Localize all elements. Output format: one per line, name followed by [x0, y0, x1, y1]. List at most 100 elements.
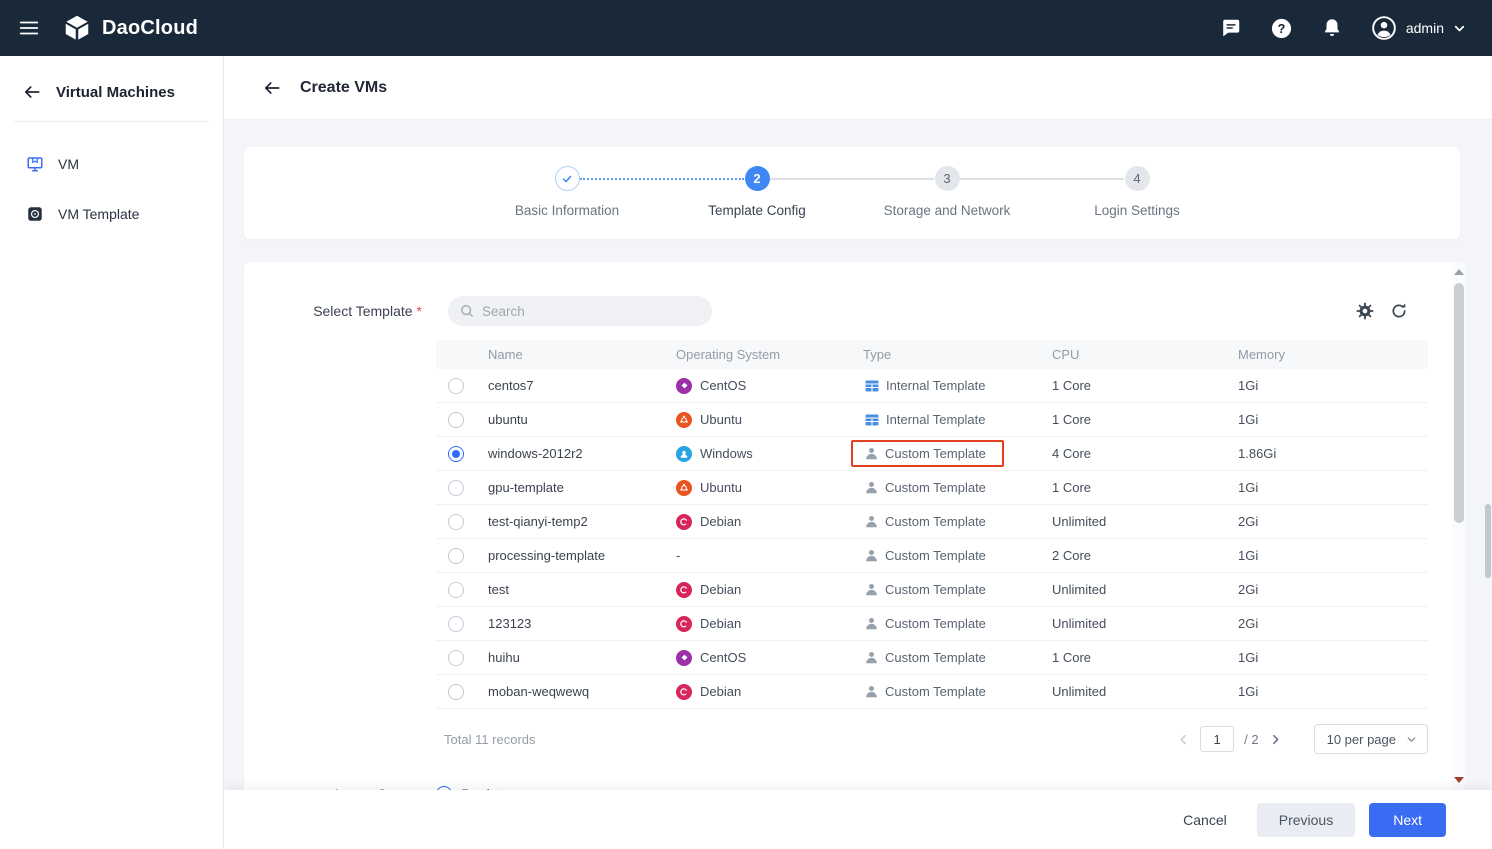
cell-name: test-qianyi-temp2 — [488, 514, 664, 529]
svg-text:?: ? — [1277, 21, 1285, 36]
cell-memory: 1Gi — [1226, 548, 1428, 563]
template-radio[interactable] — [448, 616, 464, 632]
table-row[interactable]: windows-2012r2WindowsCustom Template4 Co… — [436, 437, 1428, 471]
template-radio[interactable] — [448, 378, 464, 394]
table-row[interactable]: processing-template-Custom Template2 Cor… — [436, 539, 1428, 573]
prev-page-chevron-icon[interactable] — [1177, 733, 1190, 746]
next-button[interactable]: Next — [1369, 803, 1446, 837]
page-number-input[interactable] — [1200, 726, 1234, 752]
template-radio[interactable] — [448, 582, 464, 598]
table-row[interactable]: huihuCentOSCustom Template1 Core1Gi — [436, 641, 1428, 675]
table-toolbar — [436, 296, 1428, 340]
table-row[interactable]: ubuntuUbuntuInternal Template1 Core1Gi — [436, 403, 1428, 437]
message-icon[interactable] — [1220, 17, 1242, 39]
pagination: / 2 10 per page — [1177, 724, 1428, 754]
page-back-arrow-icon[interactable] — [262, 78, 282, 98]
sidebar-item-vm-template[interactable]: VM Template — [0, 194, 223, 234]
step-label: Storage and Network — [884, 203, 1011, 218]
search-box[interactable] — [448, 296, 712, 326]
table-row[interactable]: centos7CentOSInternal Template1 Core1Gi — [436, 369, 1428, 403]
table-row[interactable]: gpu-templateUbuntuCustom Template1 Core1… — [436, 471, 1428, 505]
table-row[interactable]: testDebianCustom TemplateUnlimited2Gi — [436, 573, 1428, 607]
chevron-down-icon — [1406, 734, 1417, 745]
cell-name: windows-2012r2 — [488, 446, 664, 461]
internal-template-icon — [865, 379, 879, 393]
os-icon-debian — [676, 684, 692, 700]
custom-template-icon — [865, 651, 878, 664]
column-header-os: Operating System — [664, 347, 851, 362]
scrollbar-thumb[interactable] — [1454, 283, 1464, 523]
brand-name: DaoCloud — [102, 17, 198, 40]
os-icon-debian — [676, 616, 692, 632]
step-number: 3 — [935, 166, 960, 191]
next-page-chevron-icon[interactable] — [1269, 733, 1282, 746]
image-source-registry-option[interactable]: Registry — [436, 779, 512, 790]
cell-type: Custom Template — [851, 678, 1040, 705]
menu-icon[interactable] — [18, 17, 40, 39]
type-chip: Custom Template — [851, 644, 1004, 671]
main-area: Create VMs Basic Information 2 Template … — [224, 56, 1492, 849]
type-chip: Custom Template — [851, 576, 1004, 603]
template-radio[interactable] — [448, 650, 464, 666]
type-chip: Internal Template — [851, 406, 1004, 433]
column-header-type: Type — [851, 347, 1040, 362]
column-header-memory: Memory — [1226, 347, 1428, 362]
type-chip: Custom Template — [851, 678, 1004, 705]
bell-icon[interactable] — [1321, 17, 1343, 39]
cell-name: 123123 — [488, 616, 664, 631]
row-radio-cell — [436, 582, 488, 598]
content-scrollbar[interactable] — [1452, 262, 1466, 790]
template-radio[interactable] — [448, 412, 464, 428]
sidebar-back-arrow-icon[interactable] — [22, 82, 42, 102]
page-size-select[interactable]: 10 per page — [1314, 724, 1428, 754]
custom-template-icon — [865, 549, 878, 562]
sidebar-item-vm[interactable]: VM — [0, 144, 223, 184]
gear-icon[interactable] — [1356, 302, 1374, 320]
internal-template-icon — [865, 413, 879, 427]
cell-memory: 1Gi — [1226, 412, 1428, 427]
cell-type: Custom Template — [851, 440, 1040, 467]
app-root: DaoCloud ? admin — [0, 0, 1492, 849]
template-radio[interactable] — [448, 446, 464, 462]
step-number: 4 — [1125, 166, 1150, 191]
cell-name: centos7 — [488, 378, 664, 393]
cell-memory: 2Gi — [1226, 514, 1428, 529]
refresh-icon[interactable] — [1390, 302, 1408, 320]
template-radio[interactable] — [448, 684, 464, 700]
cell-type: Custom Template — [851, 644, 1040, 671]
page-title: Create VMs — [300, 79, 387, 97]
scroll-up-arrow-icon[interactable] — [1452, 265, 1466, 279]
cell-cpu: 1 Core — [1040, 650, 1226, 665]
cell-os: Debian — [664, 684, 851, 700]
os-icon-windows — [676, 446, 692, 462]
cell-name: processing-template — [488, 548, 664, 563]
table-row[interactable]: moban-weqwewqDebianCustom TemplateUnlimi… — [436, 675, 1428, 709]
user-menu[interactable]: admin — [1371, 15, 1466, 41]
cancel-button[interactable]: Cancel — [1183, 812, 1227, 828]
cell-cpu: 1 Core — [1040, 480, 1226, 495]
template-radio[interactable] — [448, 548, 464, 564]
brand[interactable]: DaoCloud — [62, 13, 198, 43]
table-row[interactable]: 123123DebianCustom TemplateUnlimited2Gi — [436, 607, 1428, 641]
avatar-icon — [1371, 15, 1397, 41]
template-radio[interactable] — [448, 514, 464, 530]
previous-button[interactable]: Previous — [1257, 803, 1355, 837]
search-input[interactable] — [482, 304, 700, 319]
scroll-down-arrow-icon[interactable] — [1452, 773, 1466, 787]
template-radio[interactable] — [448, 480, 464, 496]
help-icon[interactable]: ? — [1270, 17, 1293, 40]
custom-template-icon — [865, 447, 878, 460]
page-scrollbar-thumb[interactable] — [1485, 504, 1491, 578]
type-chip: Custom Template — [851, 508, 1004, 535]
step-check-icon — [555, 166, 580, 191]
step-basic-information: Basic Information — [554, 166, 580, 230]
row-radio-cell — [436, 446, 488, 462]
required-mark: * — [417, 303, 422, 319]
total-records: Total 11 records — [444, 732, 536, 747]
cell-name: gpu-template — [488, 480, 664, 495]
page-scrollbar[interactable] — [1484, 56, 1492, 849]
table-footer: Total 11 records / 2 — [436, 709, 1428, 755]
cell-memory: 2Gi — [1226, 582, 1428, 597]
template-table-body: centos7CentOSInternal Template1 Core1Giu… — [436, 369, 1428, 709]
table-row[interactable]: test-qianyi-temp2DebianCustom TemplateUn… — [436, 505, 1428, 539]
